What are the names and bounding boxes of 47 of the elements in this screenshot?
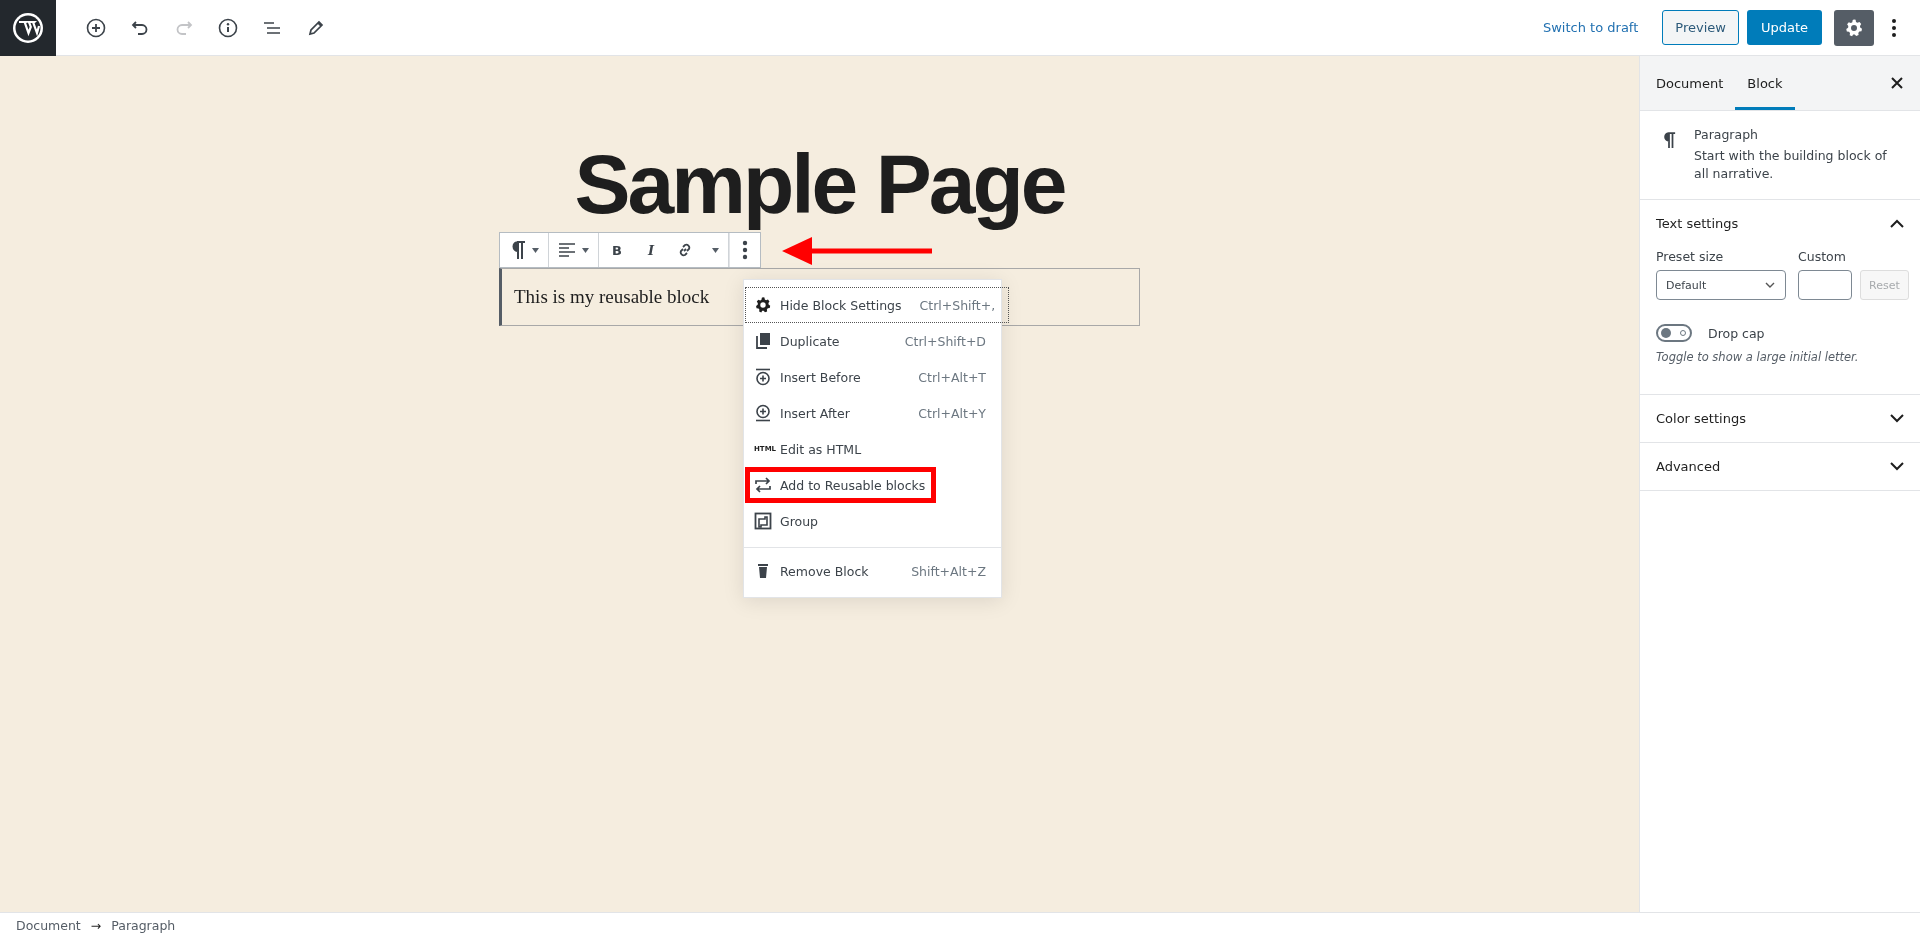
preset-size-label: Preset size bbox=[1656, 249, 1725, 265]
menu-item[interactable]: Duplicate Ctrl+Shift+D bbox=[745, 323, 1000, 360]
group-icon bbox=[754, 512, 772, 531]
menu-item[interactable]: Hide Block Settings Ctrl+Shift+, bbox=[745, 287, 1010, 324]
block-description: Start with the building block of all narrative. bbox=[1694, 147, 1888, 184]
drop-cap-help: Toggle to show a large initial letter. bbox=[1656, 350, 1860, 365]
drop-cap-label: Drop cap bbox=[1708, 325, 1765, 341]
advanced-header[interactable]: Advanced bbox=[1640, 443, 1920, 491]
switch-to-draft-link[interactable]: Switch to draft bbox=[1543, 20, 1639, 35]
italic-button[interactable]: I bbox=[634, 233, 667, 268]
chevron-down-icon bbox=[1765, 282, 1775, 289]
align-left-icon bbox=[558, 242, 576, 259]
paragraph-text[interactable]: This is my reusable block bbox=[514, 286, 710, 309]
insert-before-icon bbox=[754, 368, 772, 387]
insert-after-icon bbox=[754, 404, 772, 423]
preset-size-select[interactable]: Default bbox=[1656, 270, 1786, 301]
menu-item[interactable]: Insert Before Ctrl+Alt+T bbox=[745, 359, 1000, 396]
caret-icon bbox=[532, 247, 539, 253]
caret-icon bbox=[582, 247, 589, 253]
block-title: Paragraph bbox=[1694, 127, 1760, 142]
text-settings-header[interactable]: Text settings bbox=[1640, 200, 1920, 248]
paragraph-icon bbox=[1662, 131, 1676, 149]
menu-item[interactable]: Remove Block Shift+Alt+Z bbox=[745, 553, 1000, 590]
repeat-icon bbox=[754, 476, 772, 495]
breadcrumb-separator: → bbox=[90, 917, 102, 933]
settings-button[interactable] bbox=[1834, 9, 1874, 46]
update-button[interactable]: Update bbox=[1746, 10, 1822, 45]
duplicate-icon bbox=[754, 332, 772, 351]
color-settings-header[interactable]: Color settings bbox=[1640, 395, 1920, 443]
drop-cap-toggle[interactable] bbox=[1656, 324, 1692, 343]
preview-button[interactable]: Preview bbox=[1662, 10, 1739, 45]
breadcrumb-item[interactable]: Paragraph bbox=[111, 917, 176, 933]
breadcrumb-item[interactable]: Document bbox=[16, 917, 81, 933]
sidebar-tab[interactable]: Document bbox=[1644, 56, 1736, 110]
menu-item[interactable]: Insert After Ctrl+Alt+Y bbox=[745, 395, 1000, 432]
wordpress-logo[interactable] bbox=[0, 0, 56, 56]
sidebar-tab[interactable]: Block bbox=[1735, 56, 1795, 110]
custom-size-label: Custom bbox=[1798, 249, 1847, 265]
page-title[interactable]: Sample Page bbox=[574, 138, 1065, 231]
bold-button[interactable]: B bbox=[599, 233, 635, 268]
menu-item[interactable]: Add to Reusable blocks bbox=[745, 467, 937, 504]
custom-size-field[interactable] bbox=[1798, 270, 1852, 301]
gear-icon bbox=[1844, 17, 1864, 38]
gear-icon bbox=[754, 296, 772, 315]
pilcrow-icon bbox=[510, 240, 526, 261]
menu-item[interactable]: Group bbox=[745, 503, 1000, 540]
caret-icon bbox=[712, 247, 719, 253]
